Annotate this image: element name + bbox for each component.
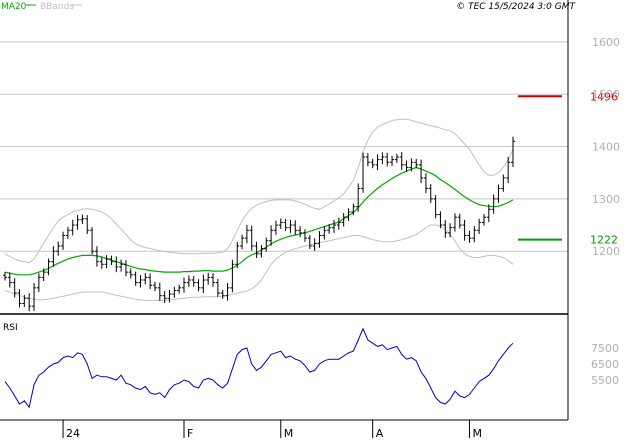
time-axis: 24 F M A M (62, 420, 482, 440)
chart-frame (0, 0, 569, 421)
ma20-line (4, 166, 514, 276)
price-tick-label: 1500 (592, 88, 620, 101)
price-axis: 1200 1300 1400 1500 1600 5500 6500 7500 (591, 36, 620, 387)
time-tick-label: 24 (66, 427, 80, 440)
rsi-title: RSI (3, 323, 18, 333)
price-tick-label: 1400 (592, 141, 620, 154)
price-tick-label: 1300 (592, 193, 620, 206)
time-tick-label: F (187, 427, 193, 440)
time-tick-label: M (284, 427, 294, 440)
rsi-tick-label: 5500 (591, 374, 619, 387)
ma-legend-label: MA20 (1, 2, 27, 12)
copyright-text: © TEC 15/5/2024 3:0 GMT (456, 2, 576, 12)
rsi-line (4, 327, 514, 409)
stock-chart: 1496 1222 RSI 1200 1300 1400 1500 1600 5500 650… (0, 0, 627, 440)
rsi-panel: RSI (3, 323, 514, 409)
rsi-tick-label: 7500 (591, 342, 619, 355)
moving-average (4, 166, 514, 276)
price-grid (0, 41, 568, 252)
bbands-upper-line (4, 118, 514, 264)
chart-canvas: 14961222 RSI 120013001400150016005500650… (0, 0, 620, 440)
time-tick-label: A (376, 427, 384, 440)
price-tick-label: 1200 (592, 245, 620, 258)
bbands-lower-line (4, 224, 514, 301)
bbands-legend-label: BBands (40, 2, 74, 12)
rsi-tick-label: 6500 (591, 358, 619, 371)
time-tick-label: M (472, 427, 482, 440)
price-tick-label: 1600 (592, 36, 620, 49)
price-bars (3, 136, 515, 312)
